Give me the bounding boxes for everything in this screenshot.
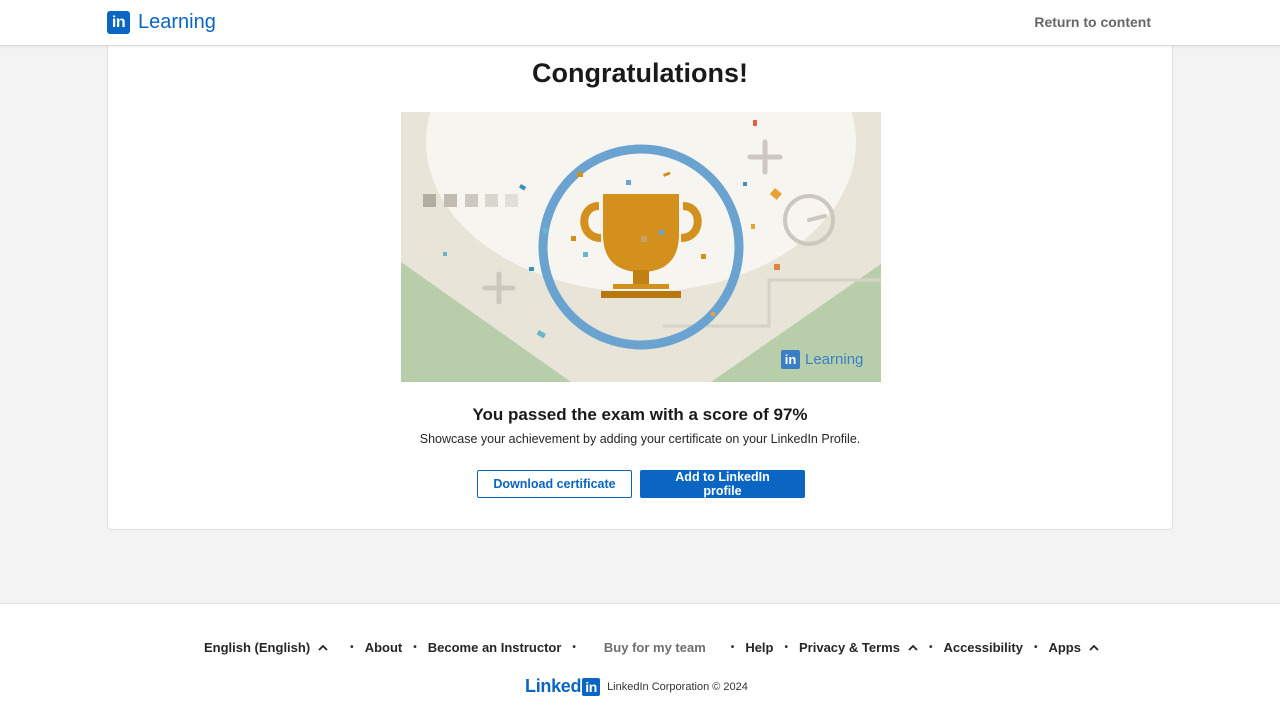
chevron-up-icon (1089, 644, 1099, 651)
footer-link-become-instructor[interactable]: Become an Instructor (428, 640, 562, 655)
separator-dot: • (730, 642, 735, 653)
add-to-linkedin-profile-button[interactable]: Add to LinkedIn profile (640, 470, 805, 498)
language-selector[interactable]: English (English) (204, 640, 328, 655)
showcase-subtitle: Showcase your achievement by adding your… (419, 432, 861, 446)
separator-dot: • (350, 642, 354, 653)
separator-dot: • (413, 642, 417, 653)
brand-name: Learning (138, 11, 216, 33)
return-to-content-link[interactable]: Return to content (1034, 14, 1151, 30)
watermark-in-badge: in (784, 352, 797, 367)
action-buttons: Download certificate Add to LinkedIn pro… (477, 470, 805, 498)
language-label: English (English) (204, 640, 311, 655)
chevron-up-icon (318, 644, 328, 651)
copyright-text: LinkedIn Corporation © 2024 (607, 680, 748, 693)
footer-link-accessibility[interactable]: Accessibility (943, 640, 1023, 655)
linkedin-logo[interactable]: Linked in (525, 676, 601, 697)
separator-dot: • (1033, 642, 1038, 653)
separator-dot: • (928, 642, 933, 653)
trophy-illustration: in Learning (401, 112, 881, 382)
footer-link-help[interactable]: Help (745, 640, 773, 655)
watermark-brand-name: Learning (805, 351, 864, 368)
linkedin-learning-logo[interactable]: in Learning (107, 10, 216, 34)
linkedin-logo-in-box: in (582, 677, 601, 696)
top-header: in Learning Return to content (0, 0, 1280, 46)
page-title: Congratulations! (532, 58, 748, 88)
footer-copyright: Linked in LinkedIn Corporation © 2024 (525, 676, 748, 697)
footer-link-about[interactable]: About (365, 640, 403, 655)
footer-link-privacy-terms[interactable]: Privacy & Terms (799, 640, 918, 655)
page-footer: English (English) • About • Become an In… (0, 603, 1280, 720)
apps-label: Apps (1048, 640, 1081, 655)
chevron-up-icon (908, 644, 918, 651)
separator-dot: • (784, 642, 788, 653)
linkedin-logo-text: Linked (525, 676, 582, 696)
trophy-illustration-svg (401, 112, 881, 382)
linkedin-icon: in (107, 10, 130, 34)
exam-score-text: You passed the exam with a score of 97% (472, 405, 808, 424)
privacy-terms-label: Privacy & Terms (799, 640, 900, 655)
exam-result-card: Congratulations! in Learning You passed … (107, 40, 1173, 530)
footer-link-buy-for-team[interactable]: Buy for my team (604, 640, 706, 655)
download-certificate-button[interactable]: Download certificate (477, 470, 632, 498)
footer-link-apps[interactable]: Apps (1048, 640, 1099, 655)
footer-links: English (English) • About • Become an In… (204, 640, 1099, 655)
separator-dot: • (572, 642, 576, 653)
